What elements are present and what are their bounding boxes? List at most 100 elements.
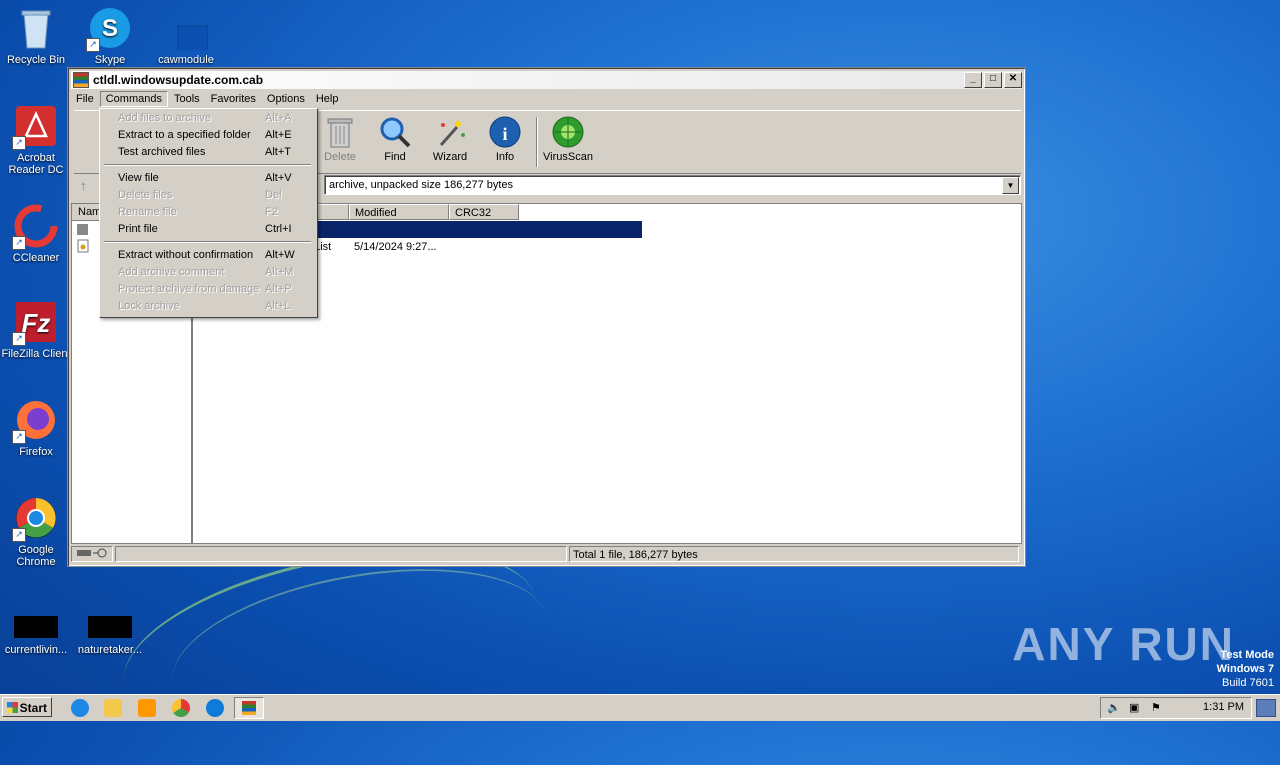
toolbar-virusscan-button[interactable]: VirusScan	[536, 115, 600, 163]
desktop-icon-label: currentlivin...	[4, 644, 68, 656]
menu-item-view-file[interactable]: View file Alt+V	[102, 170, 313, 187]
wand-icon	[433, 115, 467, 149]
ccleaner-icon: ↗	[12, 204, 58, 250]
cell-modified: 5/14/2024 9:27...	[354, 241, 437, 253]
desktop-icon-label: Acrobat Reader DC	[8, 152, 64, 176]
desktop-icon-acrobat[interactable]: ↗ Acrobat Reader DC	[0, 104, 72, 176]
winrar-icon	[73, 72, 89, 88]
column-header-modified[interactable]: Modified	[349, 204, 449, 220]
up-arrow-icon[interactable]: ↑	[80, 178, 87, 193]
desktop-icon-skype[interactable]: S ↗ Skype	[74, 6, 146, 66]
menu-item-add-files[interactable]: Add files to archive Alt+A	[102, 110, 313, 127]
desktop-icon-label: FileZilla Client	[1, 348, 71, 360]
menu-item-test[interactable]: Test archived files Alt+T	[102, 144, 313, 161]
status-bar: Total 1 file, 186,277 bytes	[71, 546, 1022, 563]
desktop-icon-filezilla[interactable]: Fz ↗ FileZilla Client	[0, 300, 72, 360]
menu-item-delete-files[interactable]: Delete files Del	[102, 187, 313, 204]
address-text: archive, unpacked size 186,277 bytes	[329, 179, 514, 191]
menu-item-add-comment[interactable]: Add archive comment Alt+M	[102, 264, 313, 281]
shortcut-arrow-icon: ↗	[12, 236, 26, 250]
skype-icon: S ↗	[86, 6, 132, 52]
maximize-button[interactable]: □	[984, 72, 1002, 88]
test-mode-notice: Test Mode Windows 7 Build 7601	[1217, 648, 1274, 690]
address-field[interactable]: archive, unpacked size 186,277 bytes ▼	[324, 175, 1021, 195]
menu-commands[interactable]: Commands	[99, 91, 168, 107]
desktop-icon-label: Google Chrome	[16, 544, 56, 568]
desktop-icon-recycle-bin[interactable]: Recycle Bin	[0, 6, 72, 66]
show-desktop-icon[interactable]	[1256, 699, 1276, 717]
folder-up-icon[interactable]	[76, 222, 90, 238]
menu-item-lock-archive[interactable]: Lock archive Alt+L	[102, 298, 313, 315]
minimize-button[interactable]: _	[964, 72, 982, 88]
commands-menu: Add files to archive Alt+A Extract to a s…	[99, 108, 318, 318]
menu-file[interactable]: File	[71, 92, 99, 106]
desktop-icon-label: Firefox	[19, 446, 53, 458]
windows-logo-icon	[7, 702, 18, 713]
network-icon[interactable]: ▣	[1129, 701, 1139, 714]
toolbar-label: Wizard	[432, 151, 468, 163]
menu-item-extract-to[interactable]: Extract to a specified folder Alt+E	[102, 127, 313, 144]
desktop-icon-label: naturetaker...	[77, 644, 143, 656]
flag-icon[interactable]: ⚑	[1151, 701, 1161, 714]
menu-options[interactable]: Options	[262, 92, 310, 106]
menu-help[interactable]: Help	[311, 92, 344, 106]
desktop-icon-naturetaker[interactable]: naturetaker...	[74, 614, 146, 656]
winrar-icon	[242, 701, 256, 715]
menu-item-print-file[interactable]: Print file Ctrl+I	[102, 221, 313, 238]
menu-item-protect-archive[interactable]: Protect archive from damage Alt+P	[102, 281, 313, 298]
desktop-icon-firefox[interactable]: ↗ Firefox	[0, 398, 72, 458]
desktop-icon-chrome[interactable]: ↗ Google Chrome	[0, 496, 72, 568]
desktop-icon-cawmodule[interactable]: cawmodule	[150, 6, 222, 66]
shortcut-arrow-icon: ↗	[86, 38, 100, 52]
blank-file-icon	[164, 6, 209, 53]
info-icon: i	[488, 115, 522, 149]
blank-file-icon	[14, 614, 58, 640]
svg-text:i: i	[502, 124, 507, 144]
desktop-icon-label: Skype	[94, 54, 126, 66]
menu-separator	[104, 164, 311, 166]
start-button[interactable]: Start	[2, 697, 52, 717]
svg-text:S: S	[102, 15, 118, 42]
speaker-icon[interactable]: 🔈	[1107, 701, 1121, 714]
chevron-down-icon[interactable]: ▼	[1002, 177, 1019, 194]
toolbar-label: Info	[495, 151, 515, 163]
internet-explorer-icon[interactable]	[71, 699, 89, 717]
shortcut-arrow-icon: ↗	[12, 332, 26, 346]
menu-bar: File Commands Tools Favorites Options He…	[71, 90, 1022, 108]
media-player-icon[interactable]	[138, 699, 156, 717]
chrome-icon[interactable]	[172, 699, 190, 717]
menu-tools[interactable]: Tools	[169, 92, 205, 106]
start-label: Start	[19, 701, 47, 715]
column-header-crc32[interactable]: CRC32	[449, 204, 519, 220]
edge-icon[interactable]	[206, 699, 224, 717]
build-label: Build 7601	[1222, 677, 1274, 689]
os-label: Windows 7	[1216, 663, 1274, 675]
explorer-icon[interactable]	[104, 699, 122, 717]
menu-separator	[104, 241, 311, 243]
firefox-icon: ↗	[12, 398, 58, 444]
close-button[interactable]: ✕	[1004, 72, 1022, 88]
shortcut-arrow-icon: ↗	[12, 528, 26, 542]
desktop-icon-ccleaner[interactable]: ↗ CCleaner	[0, 204, 72, 264]
menu-favorites[interactable]: Favorites	[206, 92, 261, 106]
winrar-taskbar-button[interactable]	[234, 697, 264, 719]
menu-item-extract-without-confirmation[interactable]: Extract without confirmation Alt+W	[102, 247, 313, 264]
toolbar-delete-button[interactable]: Delete	[312, 115, 368, 163]
chrome-icon: ↗	[12, 496, 58, 542]
toolbar-info-button[interactable]: i Info	[477, 115, 533, 163]
drive-key-icon[interactable]	[71, 546, 113, 562]
desktop-icon-label: CCleaner	[12, 252, 60, 264]
toolbar-find-button[interactable]: Find	[367, 115, 423, 163]
clock[interactable]: 1:31 PM	[1203, 697, 1244, 717]
test-mode-label: Test Mode	[1220, 649, 1274, 661]
menu-item-rename-file[interactable]: Rename file F2	[102, 204, 313, 221]
filezilla-icon: Fz ↗	[12, 300, 58, 346]
title-bar[interactable]: ctldl.windowsupdate.com.cab _ □ ✕	[71, 71, 1022, 89]
status-total: Total 1 file, 186,277 bytes	[569, 546, 1019, 562]
certificate-file-icon[interactable]	[76, 239, 90, 255]
toolbar-wizard-button[interactable]: Wizard	[422, 115, 478, 163]
desktop-icon-label: cawmodule	[158, 54, 214, 66]
desktop-icon-currentliving[interactable]: currentlivin...	[0, 614, 72, 656]
blank-file-icon	[88, 614, 132, 640]
status-left	[115, 546, 567, 562]
